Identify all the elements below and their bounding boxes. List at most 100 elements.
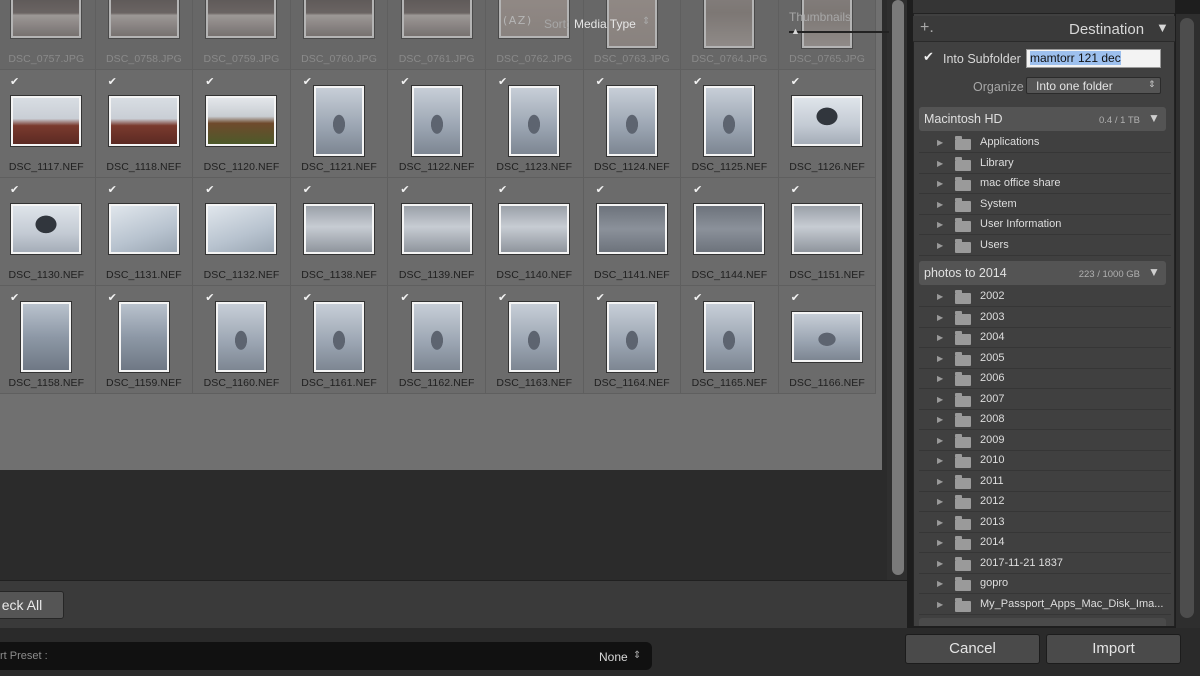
folder-label[interactable]: My_Passport_Apps_Mac_Disk_Ima... bbox=[980, 598, 1163, 610]
disclosure-arrow-icon[interactable]: ▶ bbox=[937, 138, 943, 147]
import-preset-bar[interactable] bbox=[0, 642, 652, 670]
disclosure-arrow-icon[interactable]: ▶ bbox=[937, 436, 943, 445]
disclosure-arrow-icon[interactable]: ▶ bbox=[937, 200, 943, 209]
folder-label[interactable]: Applications bbox=[980, 136, 1039, 148]
photo-cell[interactable]: DSC_0763.JPG bbox=[583, 0, 682, 70]
grid-scrollbar-thumb[interactable] bbox=[892, 0, 904, 575]
photo-thumbnail[interactable] bbox=[704, 86, 755, 156]
disclosure-arrow-icon[interactable]: ▶ bbox=[937, 292, 943, 301]
folder-label[interactable]: Library bbox=[980, 157, 1014, 169]
thumbnail-size-slider[interactable] bbox=[789, 31, 889, 33]
photo-thumbnail[interactable] bbox=[792, 312, 863, 362]
cancel-button[interactable]: Cancel bbox=[905, 634, 1040, 664]
subfolder-name-text[interactable]: mamtorr 121 dec bbox=[1030, 51, 1121, 65]
folder-label[interactable]: User Information bbox=[980, 218, 1061, 230]
into-subfolder-checkbox[interactable]: ✔ bbox=[923, 51, 937, 65]
photo-cell[interactable]: ✔ DSC_1121.NEF bbox=[290, 70, 389, 178]
collapse-triangle-icon[interactable]: ▼ bbox=[1148, 265, 1160, 279]
photo-thumbnail[interactable] bbox=[792, 96, 863, 146]
photo-cell[interactable]: DSC_0759.JPG bbox=[193, 0, 291, 70]
folder-label[interactable]: 2012 bbox=[980, 495, 1004, 507]
import-button[interactable]: Import bbox=[1046, 634, 1181, 664]
folder-label[interactable]: 2005 bbox=[980, 352, 1004, 364]
collapse-triangle-icon[interactable]: ▼ bbox=[1156, 20, 1169, 35]
photo-cell[interactable]: ✔ DSC_1165.NEF bbox=[681, 286, 779, 394]
photo-thumbnail[interactable] bbox=[118, 302, 169, 372]
disclosure-arrow-icon[interactable]: ▶ bbox=[937, 241, 943, 250]
photo-cell[interactable]: ✔ DSC_1118.NEF bbox=[95, 70, 194, 178]
photo-thumbnail[interactable] bbox=[411, 86, 462, 156]
disclosure-arrow-icon[interactable]: ▶ bbox=[937, 179, 943, 188]
photo-thumbnail[interactable] bbox=[108, 96, 179, 146]
photo-cell[interactable]: DSC_0760.JPG bbox=[290, 0, 389, 70]
photo-cell[interactable]: ✔ DSC_1162.NEF bbox=[388, 286, 486, 394]
sort-select[interactable]: Media Type bbox=[574, 17, 636, 31]
into-subfolder-label[interactable]: Into Subfolder bbox=[943, 52, 1021, 66]
folder-label[interactable]: System bbox=[980, 198, 1017, 210]
organize-select[interactable]: Into one folder bbox=[1026, 77, 1161, 94]
photo-thumbnail[interactable] bbox=[21, 302, 72, 372]
photo-cell[interactable]: ✔ DSC_1117.NEF bbox=[0, 70, 96, 178]
photo-cell[interactable]: ✔ DSC_1160.NEF bbox=[193, 286, 291, 394]
folder-label[interactable]: 2003 bbox=[980, 311, 1004, 323]
folder-label[interactable]: mac office share bbox=[980, 177, 1061, 189]
subfolder-name-input[interactable]: mamtorr 121 dec bbox=[1026, 49, 1161, 68]
photo-cell[interactable]: ✔ DSC_1122.NEF bbox=[388, 70, 486, 178]
panel-scrollbar-thumb[interactable] bbox=[1180, 18, 1194, 618]
photo-cell[interactable]: DSC_0762.JPG bbox=[485, 0, 584, 70]
sort-select-arrow-icon[interactable]: ⇕ bbox=[642, 16, 650, 27]
photo-cell[interactable]: ✔ DSC_1120.NEF bbox=[193, 70, 291, 178]
folder-label[interactable]: 2017-11-21 1837 bbox=[980, 557, 1063, 569]
photo-thumbnail[interactable] bbox=[606, 86, 657, 156]
folder-label[interactable]: 2007 bbox=[980, 393, 1004, 405]
photo-cell[interactable]: ✔ DSC_1132.NEF bbox=[193, 178, 291, 286]
photo-thumbnail[interactable] bbox=[108, 204, 179, 254]
photo-cell[interactable]: ✔ DSC_1163.NEF bbox=[485, 286, 584, 394]
import-preset-select[interactable]: None bbox=[599, 650, 628, 664]
photo-thumbnail[interactable] bbox=[314, 302, 365, 372]
photo-thumbnail[interactable] bbox=[694, 204, 765, 254]
disclosure-arrow-icon[interactable]: ▶ bbox=[937, 374, 943, 383]
photo-thumbnail[interactable] bbox=[206, 0, 277, 38]
disclosure-arrow-icon[interactable]: ▶ bbox=[937, 477, 943, 486]
disclosure-arrow-icon[interactable]: ▶ bbox=[937, 333, 943, 342]
organize-select-arrow-icon[interactable]: ⇕ bbox=[1148, 79, 1156, 90]
add-destination-icon[interactable]: +. bbox=[920, 19, 934, 37]
photo-thumbnail[interactable] bbox=[314, 86, 365, 156]
photo-thumbnail[interactable] bbox=[108, 0, 179, 38]
photo-cell[interactable]: ✔ DSC_1151.NEF bbox=[778, 178, 877, 286]
photo-cell[interactable]: ✔ DSC_1126.NEF bbox=[778, 70, 877, 178]
volume-name[interactable]: Macintosh HD bbox=[924, 112, 1003, 126]
sort-direction-icon[interactable]: ( A Z ) bbox=[503, 14, 531, 27]
photo-thumbnail[interactable] bbox=[401, 204, 472, 254]
folder-label[interactable]: 2006 bbox=[980, 372, 1004, 384]
volume-name[interactable]: photos to 2014 bbox=[924, 266, 1007, 280]
photo-cell[interactable]: DSC_0758.JPG bbox=[95, 0, 194, 70]
disclosure-arrow-icon[interactable]: ▶ bbox=[937, 220, 943, 229]
folder-label[interactable]: Users bbox=[980, 239, 1009, 251]
photo-thumbnail[interactable] bbox=[11, 204, 82, 254]
photo-thumbnail[interactable] bbox=[411, 302, 462, 372]
photo-thumbnail[interactable] bbox=[704, 302, 755, 372]
photo-cell[interactable]: ✔ DSC_1125.NEF bbox=[681, 70, 779, 178]
photo-thumbnail[interactable] bbox=[596, 204, 667, 254]
photo-cell[interactable]: ✔ DSC_1131.NEF bbox=[95, 178, 194, 286]
disclosure-arrow-icon[interactable]: ▶ bbox=[937, 538, 943, 547]
folder-label[interactable]: 2011 bbox=[980, 475, 1004, 487]
folder-label[interactable]: 2009 bbox=[980, 434, 1004, 446]
photo-cell[interactable]: ✔ DSC_1123.NEF bbox=[485, 70, 584, 178]
photo-cell[interactable]: ✔ DSC_1139.NEF bbox=[388, 178, 486, 286]
photo-cell[interactable]: ✔ DSC_1124.NEF bbox=[583, 70, 682, 178]
folder-label[interactable]: 2014 bbox=[980, 536, 1004, 548]
photo-cell[interactable]: ✔ DSC_1166.NEF bbox=[778, 286, 877, 394]
disclosure-arrow-icon[interactable]: ▶ bbox=[937, 600, 943, 609]
disclosure-arrow-icon[interactable]: ▶ bbox=[937, 415, 943, 424]
photo-cell[interactable]: ✔ DSC_1159.NEF bbox=[95, 286, 194, 394]
photo-cell[interactable]: ✔ DSC_1161.NEF bbox=[290, 286, 389, 394]
photo-cell[interactable]: ✔ DSC_1158.NEF bbox=[0, 286, 96, 394]
folder-label[interactable]: 2013 bbox=[980, 516, 1004, 528]
photo-cell[interactable]: ✔ DSC_1164.NEF bbox=[583, 286, 682, 394]
photo-thumbnail[interactable] bbox=[792, 204, 863, 254]
collapse-triangle-icon[interactable]: ▼ bbox=[1148, 111, 1160, 125]
folder-label[interactable]: 2008 bbox=[980, 413, 1004, 425]
